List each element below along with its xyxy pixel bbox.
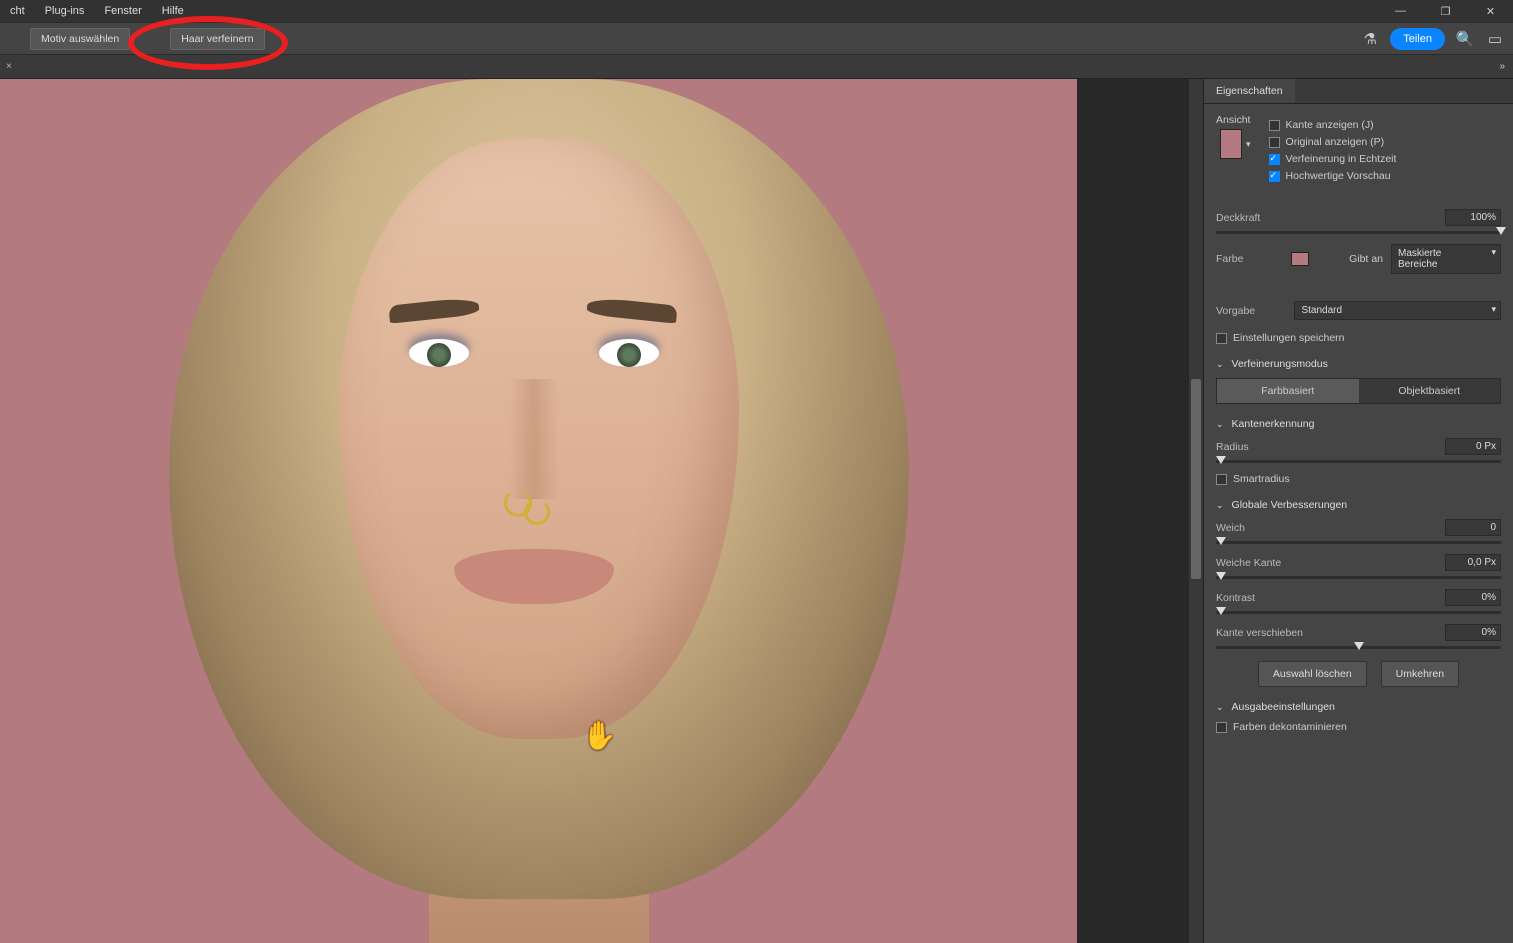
show-edge-label: Kante anzeigen (J)	[1286, 119, 1374, 131]
shift-edge-value[interactable]: 0%	[1445, 624, 1501, 641]
properties-panel: Eigenschaften Ansicht ▾ Kante anzeigen (…	[1203, 79, 1513, 943]
opacity-slider[interactable]	[1216, 231, 1501, 234]
flask-icon[interactable]: ⚗	[1360, 30, 1380, 48]
close-button[interactable]: ✕	[1468, 0, 1513, 22]
scroll-thumb[interactable]	[1191, 379, 1201, 579]
shows-select[interactable]: Maskierte Bereiche	[1391, 244, 1501, 274]
high-quality-checkbox[interactable]: Hochwertige Vorschau	[1269, 170, 1501, 182]
save-settings-checkbox[interactable]: Einstellungen speichern	[1216, 332, 1501, 344]
shows-label: Gibt an	[1309, 253, 1392, 265]
radius-value[interactable]: 0 Px	[1445, 438, 1501, 455]
radius-slider[interactable]	[1216, 460, 1501, 463]
object-based-button[interactable]: Objektbasiert	[1359, 379, 1501, 403]
color-swatch[interactable]	[1291, 252, 1309, 266]
canvas-area[interactable]: ✋	[0, 79, 1203, 943]
more-icon[interactable]: »	[1491, 61, 1513, 72]
feather-value[interactable]: 0,0 Px	[1445, 554, 1501, 571]
tab-close-icon[interactable]: ×	[6, 61, 12, 72]
shift-edge-slider[interactable]	[1216, 646, 1501, 649]
opacity-label: Deckkraft	[1216, 212, 1445, 224]
global-improvements-section[interactable]: ⌄Globale Verbesserungen	[1216, 499, 1501, 511]
menu-bar: cht Plug-ins Fenster Hilfe	[0, 0, 1513, 22]
layout-icon[interactable]: ▭	[1485, 30, 1505, 48]
options-bar: Motiv auswählen Haar verfeinern ⚗ Teilen…	[0, 22, 1513, 55]
color-based-button[interactable]: Farbbasiert	[1217, 379, 1359, 403]
radius-label: Radius	[1216, 441, 1445, 453]
select-subject-button[interactable]: Motiv auswählen	[30, 28, 130, 50]
refine-mode-section[interactable]: ⌄Verfeinerungsmodus	[1216, 358, 1501, 370]
output-settings-section[interactable]: ⌄Ausgabeeinstellungen	[1216, 701, 1501, 713]
global-improvements-title: Globale Verbesserungen	[1232, 499, 1348, 511]
document-tab-bar: × »	[0, 55, 1513, 79]
contrast-label: Kontrast	[1216, 592, 1445, 604]
chevron-down-icon[interactable]: ▾	[1246, 139, 1251, 150]
decontaminate-label: Farben dekontaminieren	[1233, 721, 1347, 733]
clear-selection-button[interactable]: Auswahl löschen	[1258, 661, 1367, 687]
view-label: Ansicht	[1216, 114, 1250, 126]
smartradius-label: Smartradius	[1233, 473, 1290, 485]
share-button[interactable]: Teilen	[1390, 28, 1445, 50]
feather-slider[interactable]	[1216, 576, 1501, 579]
show-original-label: Original anzeigen (P)	[1286, 136, 1385, 148]
shift-edge-label: Kante verschieben	[1216, 627, 1445, 639]
contrast-slider[interactable]	[1216, 611, 1501, 614]
invert-button[interactable]: Umkehren	[1381, 661, 1459, 687]
preset-select[interactable]: Standard	[1294, 301, 1501, 320]
edge-detection-title: Kantenerkennung	[1232, 418, 1315, 430]
smooth-slider[interactable]	[1216, 541, 1501, 544]
refine-hair-button[interactable]: Haar verfeinern	[170, 28, 264, 50]
menu-item[interactable]: Hilfe	[152, 1, 194, 21]
vertical-scrollbar[interactable]	[1189, 79, 1203, 943]
realtime-refine-label: Verfeinerung in Echtzeit	[1286, 153, 1397, 165]
smooth-label: Weich	[1216, 522, 1445, 534]
opacity-value[interactable]: 100%	[1445, 209, 1501, 226]
search-icon[interactable]: 🔍	[1455, 30, 1475, 48]
minimize-button[interactable]: —	[1378, 0, 1423, 22]
contrast-value[interactable]: 0%	[1445, 589, 1501, 606]
canvas-image: ✋	[0, 79, 1077, 943]
menu-item[interactable]: cht	[0, 1, 35, 21]
decontaminate-checkbox[interactable]: Farben dekontaminieren	[1216, 721, 1501, 733]
preset-label: Vorgabe	[1216, 305, 1294, 317]
edge-detection-section[interactable]: ⌄Kantenerkennung	[1216, 418, 1501, 430]
feather-label: Weiche Kante	[1216, 557, 1445, 569]
refine-mode-title: Verfeinerungsmodus	[1232, 358, 1328, 370]
show-original-checkbox[interactable]: Original anzeigen (P)	[1269, 136, 1501, 148]
output-settings-title: Ausgabeeinstellungen	[1232, 701, 1335, 713]
save-settings-label: Einstellungen speichern	[1233, 332, 1345, 344]
smartradius-checkbox[interactable]: Smartradius	[1216, 473, 1501, 485]
smooth-value[interactable]: 0	[1445, 519, 1501, 536]
maximize-button[interactable]: ❐	[1423, 0, 1468, 22]
menu-item[interactable]: Plug-ins	[35, 1, 95, 21]
properties-tab[interactable]: Eigenschaften	[1204, 79, 1295, 103]
menu-item[interactable]: Fenster	[94, 1, 151, 21]
high-quality-label: Hochwertige Vorschau	[1286, 170, 1391, 182]
show-edge-checkbox[interactable]: Kante anzeigen (J)	[1269, 119, 1501, 131]
window-controls: — ❐ ✕	[1378, 0, 1513, 22]
view-thumbnail[interactable]	[1220, 129, 1242, 159]
color-label: Farbe	[1216, 253, 1291, 265]
realtime-refine-checkbox[interactable]: Verfeinerung in Echtzeit	[1269, 153, 1501, 165]
